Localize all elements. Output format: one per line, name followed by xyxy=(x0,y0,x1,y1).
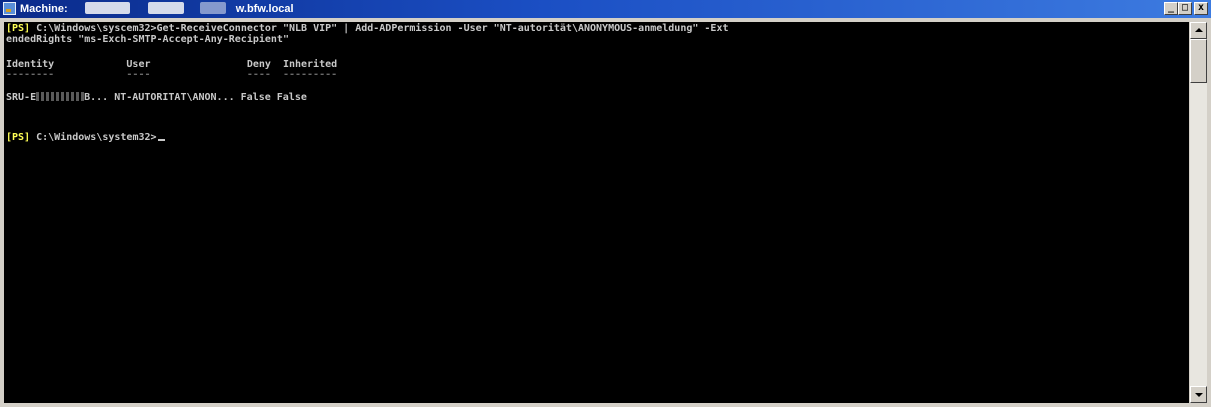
minimize-button[interactable]: _ xyxy=(1164,2,1178,15)
ps-prompt-tag: [PS] xyxy=(6,23,31,34)
scroll-up-arrow-icon[interactable] xyxy=(1190,22,1207,39)
prompt-line: [PS] C:\Windows\system32> xyxy=(6,132,165,143)
scroll-down-arrow-icon[interactable] xyxy=(1190,386,1207,403)
redacted-identity xyxy=(36,92,85,101)
maximize-button[interactable]: □ xyxy=(1178,2,1192,15)
title-suffix: w.bfw.local xyxy=(235,3,294,15)
console-app-icon xyxy=(3,2,16,15)
command-line-1: [PS] C:\Windows\syscem32>Get-ReceiveConn… xyxy=(6,23,728,34)
output-row: SRU-E B... NT-AUTORITAT\ANON... False Fal… xyxy=(6,92,307,103)
console-window: Machine: w.bfw.local _ □ x [PS] C:\Windo… xyxy=(0,0,1211,407)
prompt-path: C:\Windows\system32> xyxy=(30,132,157,143)
redacted-hostname-part xyxy=(148,2,184,14)
command-text: Get-ReceiveConnector "NLB VIP" | Add-ADP… xyxy=(156,23,729,34)
title-bar[interactable]: Machine: w.bfw.local _ □ x xyxy=(0,0,1211,18)
redacted-hostname-part xyxy=(85,2,130,14)
output-header-underline: -------- ---- ---- --------- xyxy=(6,69,338,80)
title-prefix: Machine: xyxy=(20,3,71,15)
redacted-hostname-part xyxy=(200,2,226,14)
vertical-scrollbar[interactable] xyxy=(1190,22,1207,403)
command-line-2: endedRights "ms-Exch-SMTP-Accept-Any-Rec… xyxy=(6,34,289,45)
ps-prompt-tag: [PS] xyxy=(6,132,31,143)
close-button[interactable]: x xyxy=(1194,2,1208,15)
row-identity: SRU-E xyxy=(6,92,37,103)
text-cursor xyxy=(157,139,165,141)
prompt-path: C:\Windows\syscem32> xyxy=(30,23,157,34)
scroll-thumb[interactable] xyxy=(1190,39,1207,83)
row-rest: B... NT-AUTORITAT\ANON... False False xyxy=(84,92,307,103)
console-output[interactable]: [PS] C:\Windows\syscem32>Get-ReceiveConn… xyxy=(4,22,1189,403)
